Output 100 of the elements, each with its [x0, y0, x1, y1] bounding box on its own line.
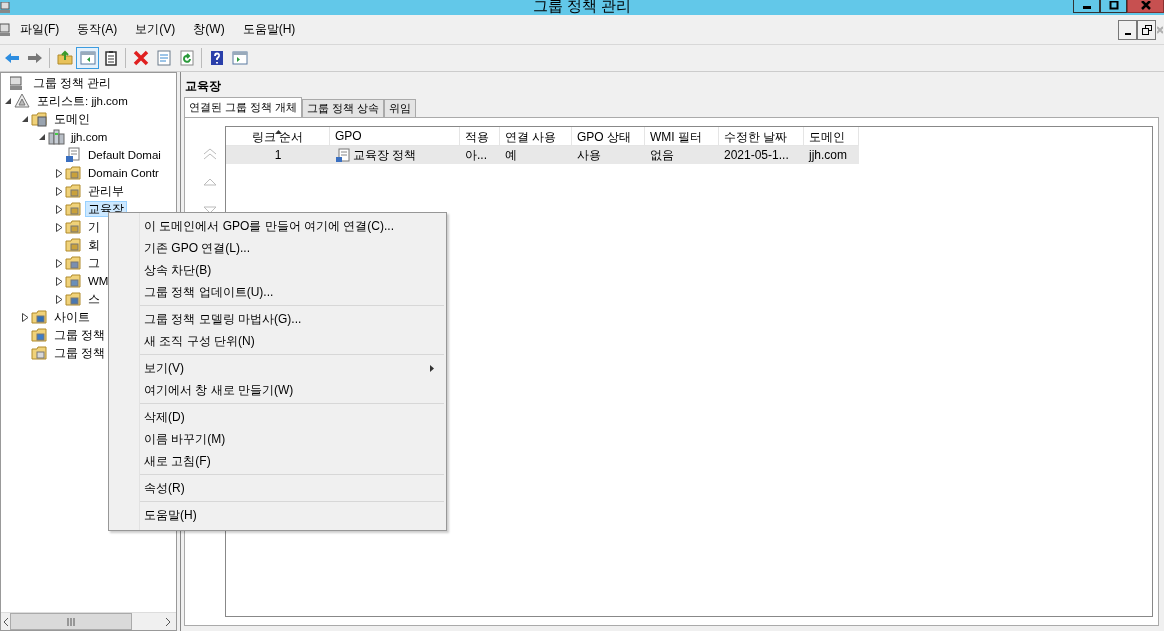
menu-item[interactable]: 기존 GPO 연결(L)...: [109, 237, 446, 259]
menu-item[interactable]: 상속 차단(B): [109, 259, 446, 281]
collapse-icon[interactable]: [22, 115, 29, 123]
table-cell: jjh.com: [809, 148, 847, 162]
close-icon: [1157, 24, 1163, 35]
help-icon: [208, 50, 225, 66]
maximize-button[interactable]: [1100, 0, 1127, 13]
folder-icon: [65, 183, 82, 199]
menu-item[interactable]: 도움말(H): [238, 21, 305, 38]
expand-icon[interactable]: [56, 204, 63, 214]
folder-icon: [65, 255, 82, 271]
expand-icon[interactable]: [56, 276, 63, 286]
folder-icon: [65, 291, 82, 307]
details-heading: 교육장: [184, 78, 222, 95]
folder-icon: [65, 165, 82, 181]
table-row[interactable]: 1 교육장 정책 아... 예 사용 없음 2021-05-1... jjh.com: [226, 146, 859, 164]
folder-icon: [65, 219, 82, 235]
tree-item[interactable]: 관리부: [85, 183, 127, 199]
document-icon: [155, 50, 172, 66]
double-chevron-up-icon: [202, 148, 218, 160]
menu-item[interactable]: 도움말(H): [109, 504, 446, 526]
expand-icon[interactable]: [22, 312, 29, 322]
table-cell: 교육장 정책: [353, 146, 417, 164]
server-folder-icon: [31, 111, 48, 127]
menu-item[interactable]: 보기(V): [131, 21, 185, 38]
tree-item[interactable]: 기: [85, 219, 103, 235]
table-cell: 2021-05-1...: [724, 148, 789, 162]
table-cell: 1: [274, 148, 282, 162]
expand-icon[interactable]: [56, 186, 63, 196]
tree-item[interactable]: jjh.com: [68, 129, 111, 145]
tree-item[interactable]: Domain Contr: [85, 165, 162, 181]
tree-item[interactable]: 회: [85, 237, 103, 253]
menu-item[interactable]: 이 도메인에서 GPO를 만들어 여기에 연결(C)...: [109, 215, 446, 237]
tree-item[interactable]: 포리스트: jjh.com: [34, 93, 131, 109]
tree-item[interactable]: 그룹 정책 관리: [30, 75, 115, 91]
menu-item[interactable]: 동작(A): [73, 21, 127, 38]
app-icon: [0, 1, 12, 14]
collapse-icon[interactable]: [39, 133, 46, 141]
folder-icon: [31, 345, 48, 361]
folder-icon: [65, 237, 82, 253]
menu-item[interactable]: 속성(R): [109, 477, 446, 499]
tab[interactable]: 그룹 정책 상속: [302, 99, 385, 117]
expand-icon[interactable]: [56, 258, 63, 268]
menu-item[interactable]: 창(W): [189, 21, 234, 38]
tree-item[interactable]: 그룹 정책: [51, 345, 109, 361]
console-icon: [0, 22, 12, 37]
tree-item[interactable]: 그룹 정책: [51, 327, 109, 343]
triangle-up-icon: [202, 176, 218, 188]
maximize-icon: [1107, 1, 1120, 11]
grip-icon: [66, 617, 76, 626]
close-button[interactable]: [1127, 0, 1164, 13]
tree-item[interactable]: 사이트: [51, 309, 93, 325]
table-cell: 예: [505, 146, 517, 164]
scrollbar-thumb[interactable]: [10, 613, 132, 630]
menu-item[interactable]: 여기에서 창 새로 만들기(W): [109, 379, 446, 401]
script-icon: [65, 147, 82, 163]
table-cell: 사용: [577, 146, 601, 164]
pane-icon: [231, 50, 248, 66]
folder-icon: [31, 309, 48, 325]
expand-icon[interactable]: [56, 168, 63, 178]
chevron-left-icon: [2, 616, 9, 627]
submenu-arrow-icon: [430, 365, 434, 372]
right-arrow-icon: [26, 50, 43, 66]
menu-item[interactable]: 보기(V): [109, 357, 446, 379]
folder-icon: [65, 201, 82, 217]
restore-icon: [1141, 24, 1152, 35]
menu-item[interactable]: 그룹 정책 모델링 마법사(G)...: [109, 308, 446, 330]
tab[interactable]: 연결된 그룹 정책 개체: [184, 97, 303, 117]
script-icon: [335, 147, 350, 163]
folder-icon: [31, 327, 48, 343]
refresh-icon: [178, 50, 195, 66]
pane-toggle-button[interactable]: [76, 47, 99, 69]
menu-item[interactable]: 이름 바꾸기(M): [109, 428, 446, 450]
forest-icon: [14, 93, 31, 109]
clipboard-icon: [102, 50, 119, 66]
tab[interactable]: 위임: [384, 99, 417, 117]
tree-item[interactable]: 도메인: [51, 111, 93, 127]
folder-icon: [65, 273, 82, 289]
pane-icon: [79, 50, 96, 66]
collapse-icon[interactable]: [5, 97, 12, 105]
tree-item[interactable]: Default Domai: [85, 147, 164, 163]
menu-item[interactable]: 삭제(D): [109, 406, 446, 428]
folder-icon: [56, 50, 73, 66]
tree-item[interactable]: WM: [85, 273, 112, 289]
left-arrow-icon: [3, 50, 20, 66]
menu-item[interactable]: 새로 고침(F): [109, 450, 446, 472]
menu-item[interactable]: 파일(F): [16, 21, 69, 38]
minimize-button[interactable]: [1073, 0, 1100, 13]
tree-item[interactable]: 그: [85, 255, 103, 271]
menu-item[interactable]: 그룹 정책 업데이트(U)...: [109, 281, 446, 303]
tree-item[interactable]: 스: [85, 291, 103, 307]
menu-item[interactable]: 새 조직 구성 단위(N): [109, 330, 446, 352]
expand-icon[interactable]: [56, 222, 63, 232]
expand-icon[interactable]: [56, 294, 63, 304]
window-title: 그룹 정책 관리: [531, 0, 633, 16]
minimize-button[interactable]: [1118, 19, 1137, 40]
x-icon: [132, 50, 149, 66]
minimize-icon: [1124, 32, 1131, 35]
table-cell: 없음: [650, 146, 674, 164]
restore-button[interactable]: [1137, 19, 1156, 40]
